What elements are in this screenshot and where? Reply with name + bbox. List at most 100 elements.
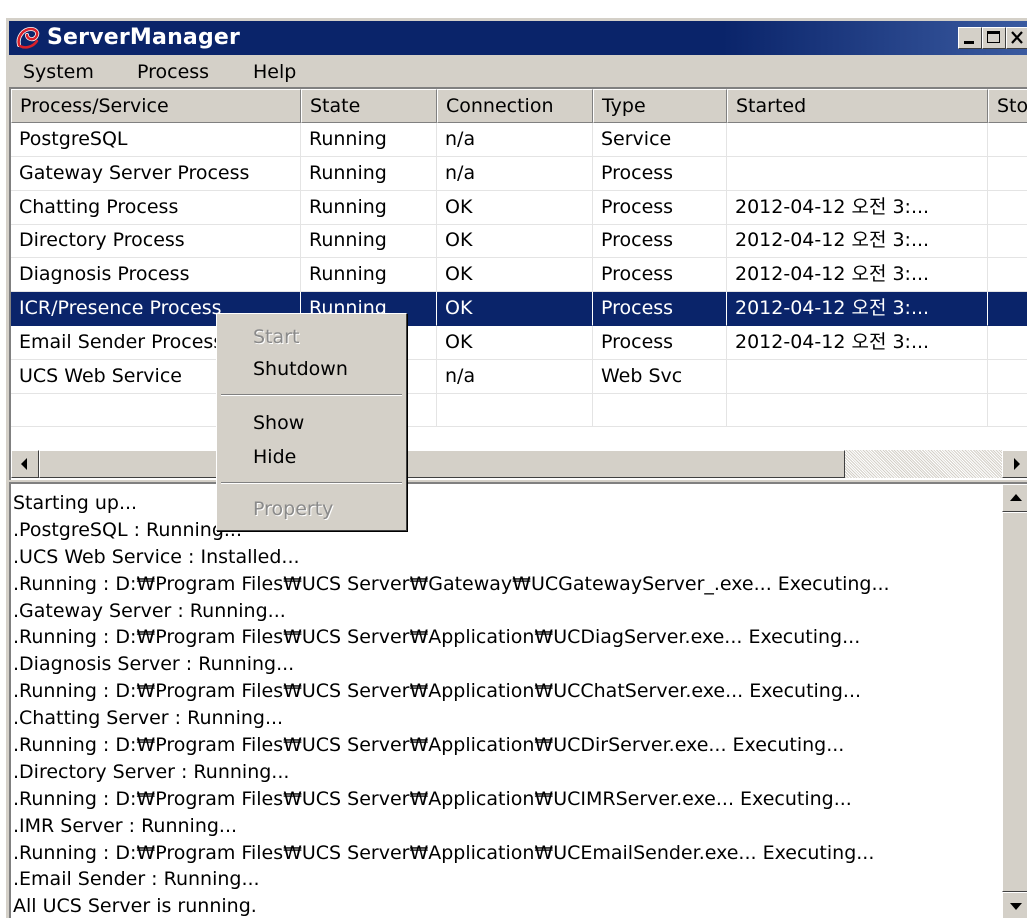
context-menu-hide[interactable]: Hide: [253, 444, 296, 470]
log-line: Starting up...: [13, 492, 138, 514]
column-header-type[interactable]: Type: [593, 89, 727, 123]
cell-stopped: [988, 360, 1027, 394]
cell-type: Process: [593, 190, 727, 225]
cell-process-service: Diagnosis Process: [11, 258, 301, 293]
log-line: All UCS Server is running.: [13, 895, 257, 918]
scroll-down-button[interactable]: [1002, 892, 1027, 918]
menu-bar: System Process Help: [9, 57, 1027, 87]
cell-type: Process: [593, 258, 727, 293]
context-menu-shutdown[interactable]: Shutdown: [253, 356, 348, 382]
table-row[interactable]: PostgreSQL Running n/a Service: [11, 123, 1027, 157]
scroll-left-button[interactable]: [11, 450, 39, 478]
column-header-started[interactable]: Started: [727, 89, 988, 123]
cell-connection: OK: [437, 258, 593, 293]
cell-process-service: Chatting Process: [11, 190, 301, 225]
cell-state: Running: [301, 224, 437, 259]
cell-started: [727, 359, 988, 394]
cell-stopped: [988, 123, 1027, 157]
cell-type: Process: [593, 224, 727, 259]
log-line: .Running : D:₩Program Files₩UCS Server₩A…: [13, 680, 862, 703]
cell-state: Running: [301, 123, 437, 157]
table-row[interactable]: [11, 393, 1027, 428]
cell-type: Service: [593, 123, 727, 157]
cell-process-service: PostgreSQL: [11, 123, 301, 157]
log-line: .Running : D:₩Program Files₩UCS Server₩A…: [13, 734, 845, 757]
cell-started: 2012-04-12 오전 3:...: [727, 258, 988, 293]
minimize-button[interactable]: [958, 27, 982, 49]
cell-started: 2012-04-12 오전 3:...: [727, 292, 988, 326]
log-line: .Gateway Server : Running...: [13, 599, 286, 622]
context-menu-property[interactable]: Property: [253, 496, 333, 522]
cell-type: Process: [593, 292, 727, 326]
cell-started: 2012-04-12 오전 3:...: [727, 190, 988, 225]
log-line: .Diagnosis Server : Running...: [13, 653, 295, 676]
cell-started: 2012-04-12 오전 3:...: [727, 224, 988, 259]
menu-help[interactable]: Help: [247, 60, 302, 84]
cell-connection: [437, 393, 593, 428]
context-menu: Start Shutdown Show Hide Property: [216, 313, 407, 531]
horizontal-scroll-thumb[interactable]: [39, 450, 845, 478]
cell-type: [593, 393, 727, 428]
menu-separator: [221, 482, 402, 484]
scroll-up-button[interactable]: [1002, 484, 1027, 512]
list-header: Process/Service State Connection Type St…: [11, 89, 1027, 123]
cell-process-service: Directory Process: [11, 224, 301, 259]
cell-stopped: [988, 258, 1027, 293]
process-list[interactable]: Process/Service State Connection Type St…: [9, 87, 1027, 480]
cell-connection: OK: [437, 292, 593, 326]
log-output[interactable]: Starting up... .PostgreSQL : Running... .U…: [9, 482, 1027, 918]
arrow-down-icon: [1010, 903, 1022, 910]
cell-process-service: Gateway Server Process: [11, 156, 301, 191]
log-line: .Chatting Server : Running...: [13, 707, 284, 730]
column-header-process-service[interactable]: Process/Service: [11, 89, 301, 123]
close-button[interactable]: [1006, 27, 1027, 49]
cell-type: Process: [593, 325, 727, 360]
vertical-scrollbar[interactable]: [1002, 484, 1027, 918]
maximize-button[interactable]: [982, 27, 1006, 49]
scroll-right-button[interactable]: [1002, 450, 1027, 478]
table-row[interactable]: ICR/Presence Process Running OK Process 2012…: [11, 292, 1027, 326]
table-row[interactable]: Gateway Server Process Running n/a Process: [11, 156, 1027, 191]
cell-stopped: [988, 292, 1027, 326]
arrow-right-icon: [1014, 458, 1020, 470]
window-title: ServerManager: [47, 25, 241, 50]
cell-started: [727, 156, 988, 191]
cell-connection: OK: [437, 325, 593, 360]
cell-stopped: [988, 224, 1027, 259]
cell-started: [727, 393, 988, 428]
table-row[interactable]: Diagnosis Process Running OK Process 2012-04…: [11, 258, 1027, 293]
title-bar[interactable]: ServerManager: [9, 21, 1027, 55]
cell-stopped: [988, 157, 1027, 191]
cell-state: Running: [301, 258, 437, 293]
cell-stopped: [988, 326, 1027, 360]
horizontal-scrollbar[interactable]: [11, 450, 1027, 478]
maximize-icon: [987, 31, 1000, 43]
cell-connection: n/a: [437, 123, 593, 157]
table-row[interactable]: Chatting Process Running OK Process 2012-04-…: [11, 190, 1027, 225]
log-line: .Running : D:₩Program Files₩UCS Server₩A…: [13, 787, 852, 810]
column-header-state[interactable]: State: [301, 89, 437, 123]
cell-type: Process: [593, 156, 727, 191]
table-row[interactable]: Email Sender ProcessRunningOKProcess2012…: [11, 325, 1027, 360]
table-row[interactable]: Directory Process Running OK Process 2012-04…: [11, 224, 1027, 259]
cell-state: Running: [301, 156, 437, 191]
context-menu-show[interactable]: Show: [253, 410, 304, 436]
log-line: .PostgreSQL : Running...: [13, 518, 242, 541]
menu-process[interactable]: Process: [131, 60, 215, 84]
cell-started: 2012-04-12 오전 3:...: [727, 325, 988, 360]
menu-system[interactable]: System: [17, 60, 100, 84]
server-manager-window: ServerManager System Process Help Proces…: [6, 18, 1027, 918]
minimize-icon: [964, 41, 974, 44]
log-line: .Running : D:₩Program Files₩UCS Server₩G…: [13, 572, 890, 595]
cell-connection: n/a: [437, 359, 593, 394]
cell-connection: OK: [437, 190, 593, 225]
context-menu-start[interactable]: Start: [253, 324, 299, 350]
vertical-scroll-thumb[interactable]: [1002, 512, 1027, 892]
cell-type: Web Svc: [593, 359, 727, 394]
arrow-up-icon: [1010, 494, 1022, 501]
column-header-connection[interactable]: Connection: [437, 89, 593, 123]
table-row[interactable]: UCS Web ServiceInstalledn/aWeb Svc: [11, 359, 1027, 394]
log-line: .UCS Web Service : Installed...: [13, 545, 300, 568]
log-line: .IMR Server : Running...: [13, 814, 238, 837]
column-header-stopped[interactable]: Sto: [988, 89, 1027, 123]
